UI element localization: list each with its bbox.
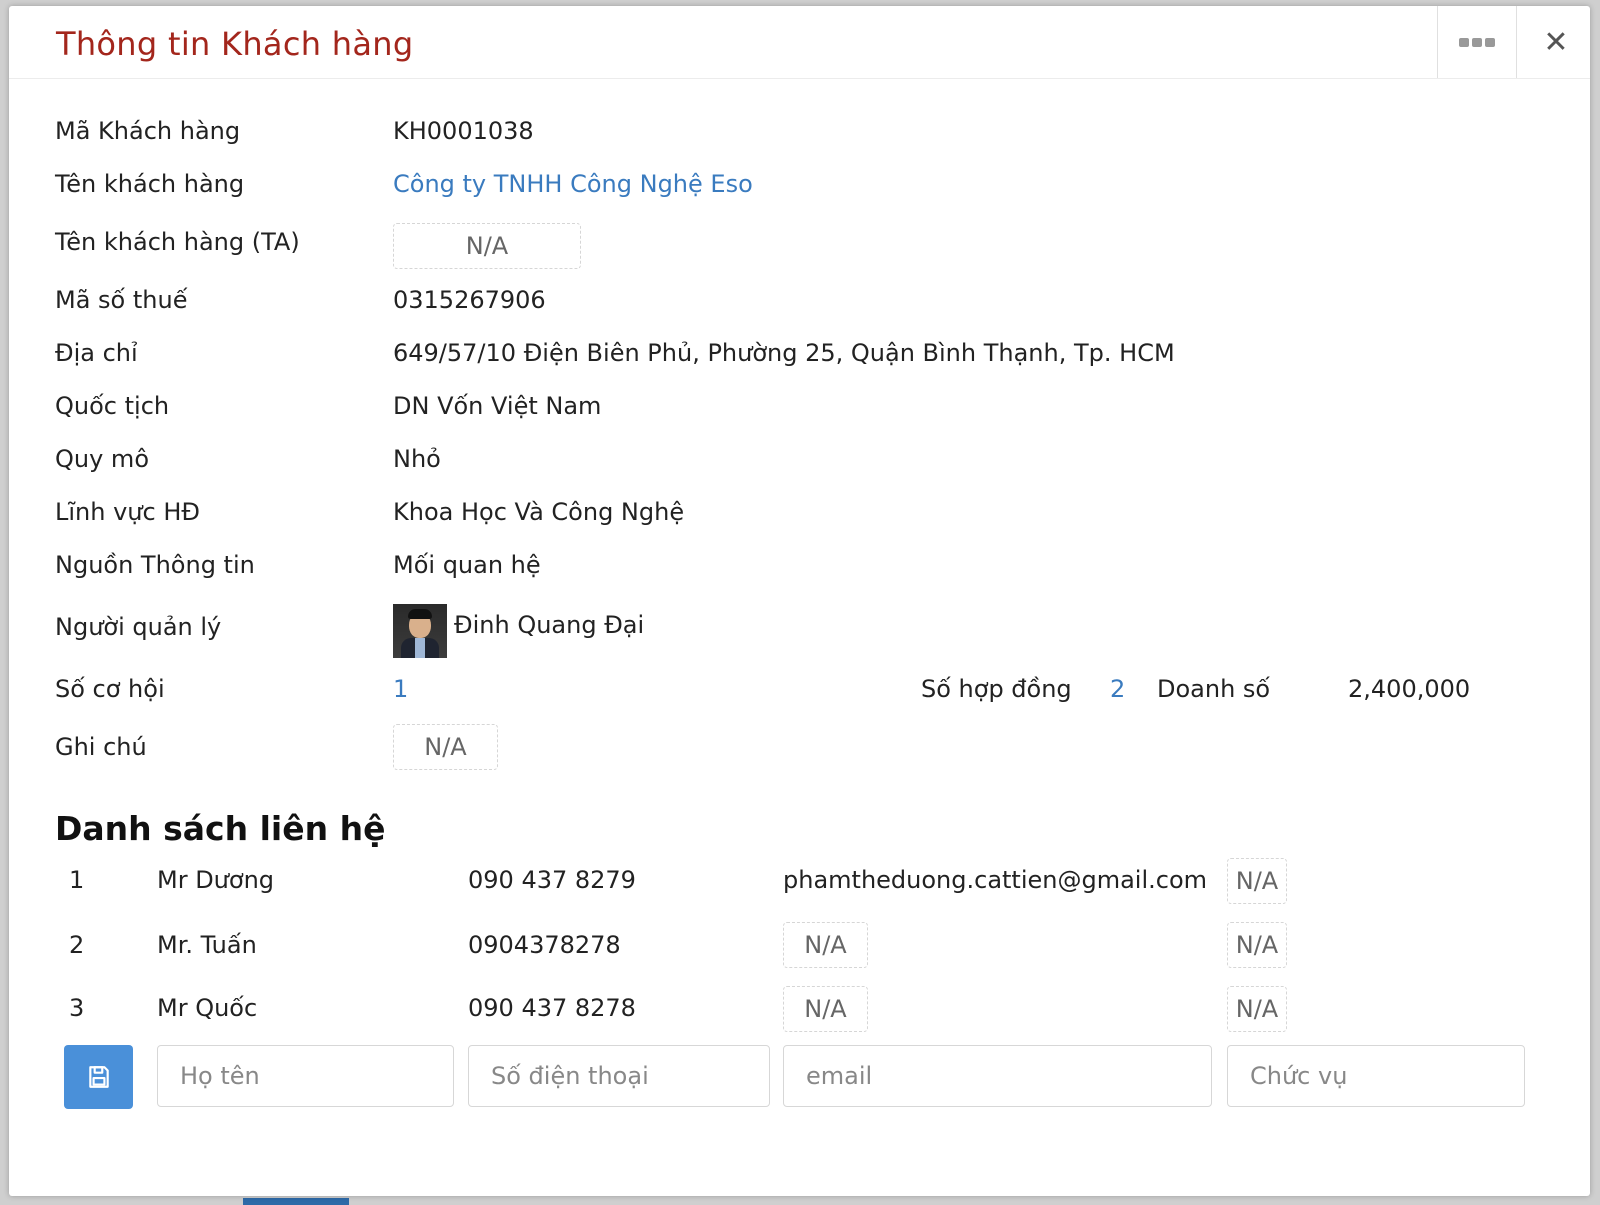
contact-name: Mr Quốc: [157, 994, 258, 1022]
contact-phone: 090 437 8278: [468, 994, 636, 1022]
value-note-editable[interactable]: N/A: [393, 724, 498, 770]
label-revenue: Doanh số: [1157, 675, 1271, 703]
label-contracts: Số hợp đồng: [921, 675, 1072, 703]
value-tax-code: 0315267906: [393, 286, 546, 314]
background-tab-indicator: [243, 1198, 349, 1205]
label-tax-code: Mã số thuế: [55, 286, 188, 314]
contact-position-input[interactable]: [1227, 1045, 1525, 1107]
contact-name: Mr. Tuấn: [157, 931, 257, 959]
value-industry: Khoa Học Và Công Nghệ: [393, 498, 685, 526]
save-contact-button[interactable]: [64, 1045, 133, 1109]
contact-phone-input[interactable]: [468, 1045, 770, 1107]
label-note: Ghi chú: [55, 733, 147, 761]
close-icon: ✕: [1543, 24, 1569, 60]
modal-title: Thông tin Khách hàng: [56, 25, 414, 63]
label-nationality: Quốc tịch: [55, 392, 170, 420]
label-manager: Người quản lý: [55, 613, 222, 641]
label-scale: Quy mô: [55, 445, 149, 473]
label-opportunities: Số cơ hội: [55, 675, 165, 703]
label-address: Địa chỉ: [55, 339, 138, 367]
value-address: 649/57/10 Điện Biên Phủ, Phường 25, Quận…: [393, 339, 1175, 367]
manager-avatar: [393, 604, 447, 658]
customer-info-modal: Thông tin Khách hàng ✕ Mã Khách hàng KH0…: [9, 6, 1590, 1196]
contacts-section-title: Danh sách liên hệ: [55, 809, 386, 848]
contact-index: 2: [69, 931, 85, 959]
label-customer-name-en: Tên khách hàng (TA): [55, 228, 300, 256]
value-manager-name: Đinh Quang Đại: [454, 611, 645, 639]
contact-position-editable[interactable]: N/A: [1227, 922, 1287, 968]
label-customer-name: Tên khách hàng: [55, 170, 245, 198]
contact-phone: 0904378278: [468, 931, 621, 959]
close-button[interactable]: ✕: [1516, 6, 1595, 78]
contact-email-editable[interactable]: N/A: [783, 922, 868, 968]
label-industry: Lĩnh vực HĐ: [55, 498, 200, 526]
contact-email-input[interactable]: [783, 1045, 1212, 1107]
value-source: Mối quan hệ: [393, 551, 541, 579]
value-contracts-link[interactable]: 2: [1110, 675, 1125, 703]
modal-header: Thông tin Khách hàng ✕: [9, 6, 1590, 79]
value-customer-name-en-editable[interactable]: N/A: [393, 223, 581, 269]
contact-index: 3: [69, 994, 85, 1022]
contact-position-editable[interactable]: N/A: [1227, 986, 1287, 1032]
contact-phone: 090 437 8279: [468, 866, 636, 894]
contact-name-input[interactable]: [157, 1045, 454, 1107]
more-dots-icon: [1459, 37, 1495, 47]
value-opportunities-link[interactable]: 1: [393, 675, 408, 703]
more-options-button[interactable]: [1437, 6, 1516, 78]
contact-email-editable[interactable]: N/A: [783, 986, 868, 1032]
value-nationality: DN Vốn Việt Nam: [393, 392, 602, 420]
label-source: Nguồn Thông tin: [55, 551, 255, 579]
value-revenue: 2,400,000: [1348, 675, 1471, 703]
contact-email: phamtheduong.cattien@gmail.com: [783, 866, 1208, 894]
contact-name: Mr Dương: [157, 866, 275, 894]
value-scale: Nhỏ: [393, 445, 441, 473]
contact-position-editable[interactable]: N/A: [1227, 858, 1287, 904]
contact-index: 1: [69, 866, 85, 894]
value-customer-code: KH0001038: [393, 117, 534, 145]
value-customer-name-link[interactable]: Công ty TNHH Công Nghệ Eso: [393, 170, 753, 198]
save-icon: [88, 1066, 109, 1088]
label-customer-code: Mã Khách hàng: [55, 117, 241, 145]
